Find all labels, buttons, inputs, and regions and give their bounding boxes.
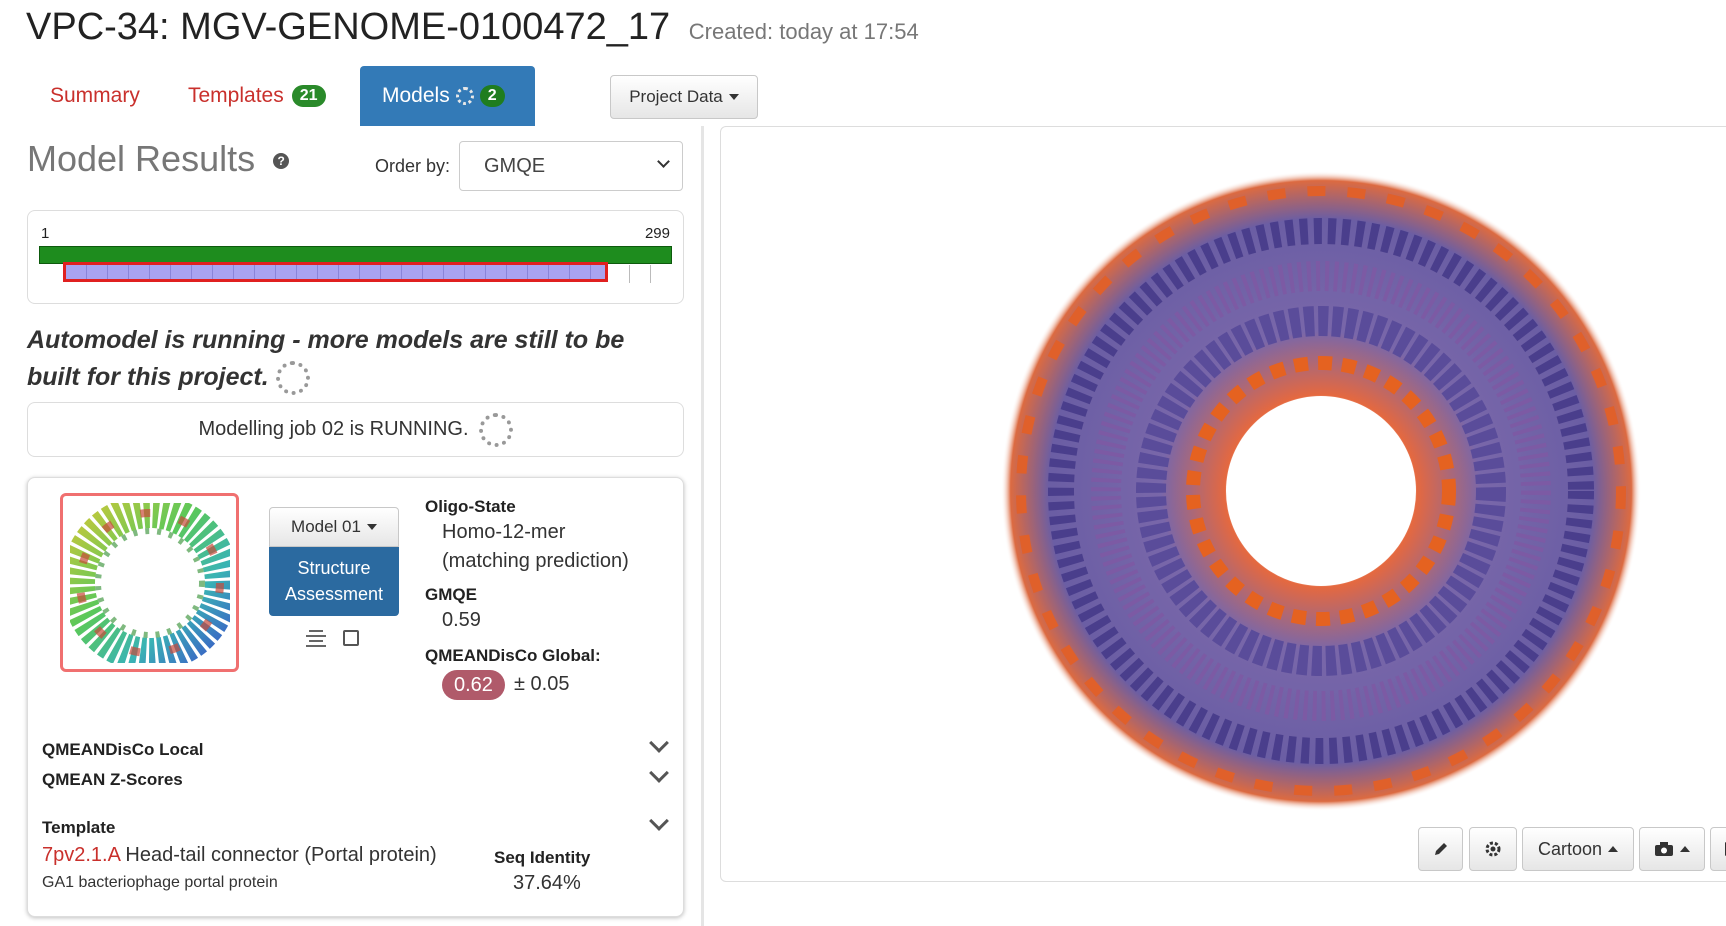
template-row: 7pv2.1.A Head-tail connector (Portal pro…	[42, 844, 437, 867]
pencil-icon[interactable]	[1418, 827, 1463, 871]
protein-structure-render[interactable]	[981, 151, 1661, 831]
project-title: VPC-34: MGV-GENOME-0100472_17	[26, 6, 671, 48]
caret-up-icon	[1608, 846, 1619, 852]
chevron-down-icon[interactable]	[649, 733, 669, 753]
oligo-state-note: (matching prediction)	[442, 550, 629, 572]
job-status-panel: Modelling job 02 is RUNNING.	[27, 402, 684, 457]
model-select-dropdown[interactable]: Model 01	[269, 507, 399, 547]
align-center-icon[interactable]	[306, 630, 326, 647]
order-by-select[interactable]: GMQE	[459, 141, 683, 191]
job-status-text: Modelling job 02 is RUNNING.	[198, 418, 469, 440]
chevron-down-icon	[657, 155, 670, 168]
alignment-start: 1	[41, 225, 50, 242]
order-by-value: GMQE	[484, 154, 546, 177]
loading-spinner-icon	[275, 361, 310, 396]
qmean-global-label: QMEANDisCo Global:	[425, 646, 601, 665]
project-data-dropdown[interactable]: Project Data	[610, 75, 758, 119]
representation-label: Cartoon	[1537, 838, 1603, 859]
play-button[interactable]	[1710, 827, 1726, 871]
panel-divider[interactable]	[701, 126, 704, 926]
qmean-global-badge: 0.62	[442, 670, 505, 700]
models-count-badge: 2	[479, 85, 505, 107]
template-name: Head-tail connector (Portal protein)	[125, 844, 437, 866]
caret-down-icon	[728, 94, 739, 100]
automodel-message-text: Automodel is running - more models are s…	[27, 326, 625, 391]
help-icon[interactable]: ?	[273, 153, 290, 170]
templates-count-badge: 21	[291, 85, 326, 107]
pencil-icon	[1434, 843, 1447, 855]
qmean-z-scores-label[interactable]: QMEAN Z-Scores	[42, 770, 183, 790]
tab-templates[interactable]: Templates 21	[166, 66, 348, 126]
structure-viewer[interactable]: Cartoon	[720, 126, 1726, 882]
model-select-label: Model 01	[291, 517, 361, 536]
template-label[interactable]: Template	[42, 818, 115, 838]
compare-checkbox[interactable]	[343, 630, 359, 646]
alignment-panel: 1 299	[27, 210, 684, 304]
model-results-heading: Model Results ?	[27, 138, 290, 180]
gear-icon	[1485, 841, 1501, 857]
seq-identity-value: 37.64%	[513, 872, 581, 894]
template-id-link[interactable]: 7pv2.1.A	[42, 844, 120, 866]
gmqe-value: 0.59	[442, 609, 481, 631]
model-card: Model 01 Structure Assessment Oligo-Stat…	[27, 477, 684, 917]
gmqe-label: GMQE	[425, 585, 477, 604]
caret-up-icon	[1680, 846, 1690, 852]
tab-summary-label: Summary	[50, 84, 140, 107]
qmean-global-error: ± 0.05	[514, 673, 570, 695]
chevron-down-icon[interactable]	[649, 811, 669, 831]
oligo-state-label: Oligo-State	[425, 497, 516, 516]
template-description: GA1 bacteriophage portal protein	[42, 874, 278, 891]
model-thumbnail[interactable]	[60, 493, 239, 672]
project-data-label: Project Data	[629, 87, 723, 106]
order-by-label: Order by:	[375, 156, 451, 176]
tab-models-label: Models	[382, 84, 450, 107]
alignment-end: 299	[644, 225, 670, 242]
oligo-state-value: Homo-12-mer	[442, 521, 566, 543]
protein-structure-thumbnail-icon	[69, 502, 230, 663]
representation-dropdown[interactable]: Cartoon	[1522, 827, 1634, 871]
chevron-down-icon[interactable]	[649, 763, 669, 783]
loading-spinner-icon	[478, 412, 513, 447]
model-results-title: Model Results	[27, 138, 256, 179]
seq-identity-label: Seq Identity	[494, 848, 591, 867]
tick-mark	[650, 265, 651, 283]
structure-assessment-button[interactable]: Structure Assessment	[269, 547, 399, 616]
automodel-running-message: Automodel is running - more models are s…	[27, 322, 667, 396]
camera-icon	[1655, 842, 1673, 856]
model-coverage-bar[interactable]	[63, 262, 608, 282]
screenshot-dropdown[interactable]	[1639, 827, 1705, 871]
loading-spinner-icon	[455, 87, 474, 105]
tab-models[interactable]: Models 2	[360, 66, 535, 126]
tab-templates-label: Templates	[188, 84, 284, 107]
qmean-local-label[interactable]: QMEANDisCo Local	[42, 740, 204, 760]
tick-mark	[629, 265, 630, 283]
caret-down-icon	[366, 524, 377, 530]
gear-button[interactable]	[1469, 827, 1517, 871]
created-time: Created: today at 17:54	[688, 19, 919, 44]
page-title: VPC-34: MGV-GENOME-0100472_17 Created: t…	[26, 6, 919, 49]
tab-summary[interactable]: Summary	[28, 66, 162, 126]
